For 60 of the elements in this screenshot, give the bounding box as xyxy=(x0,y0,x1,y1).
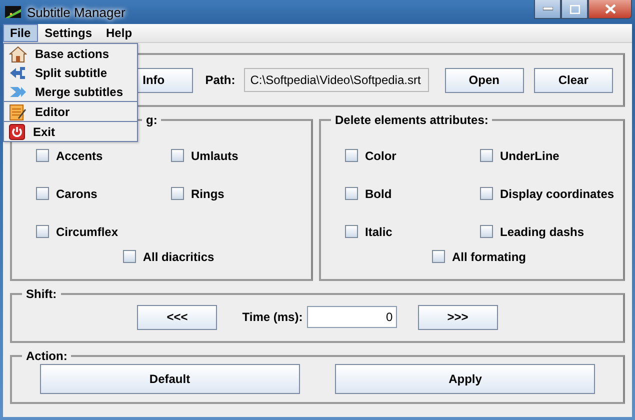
checkbox-label: Italic xyxy=(365,224,392,238)
checkbox-label: Bold xyxy=(365,186,392,200)
checkbox-label: Circumflex xyxy=(56,224,118,238)
action-button[interactable]: Default xyxy=(40,364,300,394)
shift-forward-button[interactable]: >>> xyxy=(418,304,498,330)
checkbox[interactable] xyxy=(480,149,493,162)
merge-arrows-icon xyxy=(9,84,27,98)
checkbox-label: Umlauts xyxy=(191,148,238,162)
maximize-button[interactable] xyxy=(561,0,588,19)
shift-back-button[interactable]: <<< xyxy=(137,304,218,330)
app-icon xyxy=(5,6,21,18)
checkbox[interactable] xyxy=(171,187,184,200)
maximize-icon xyxy=(570,4,580,14)
clear-button[interactable]: Clear xyxy=(534,68,614,92)
menu-item[interactable]: Settings xyxy=(38,24,100,42)
split-arrows-icon xyxy=(9,64,27,80)
checkbox[interactable] xyxy=(480,225,493,238)
checkbox[interactable] xyxy=(480,187,493,200)
path-field[interactable]: C:\Softpedia\Video\Softpedia.srt xyxy=(244,68,429,92)
checkbox[interactable] xyxy=(122,250,136,263)
menu-item[interactable]: Help xyxy=(99,24,140,42)
group-title: g: xyxy=(145,113,158,127)
time-label: Time (ms): xyxy=(242,310,303,324)
time-field[interactable]: 0 xyxy=(306,306,397,328)
open-button[interactable]: Open xyxy=(444,68,524,92)
menu-entry[interactable]: Editor xyxy=(35,104,70,118)
checkbox[interactable] xyxy=(36,187,49,200)
checkbox-label: Rings xyxy=(191,186,224,200)
checkbox[interactable] xyxy=(345,187,358,200)
action-button[interactable]: Apply xyxy=(335,364,596,394)
menu-entry[interactable]: Exit xyxy=(33,124,56,138)
checkbox-label: Leading dashs xyxy=(500,224,584,238)
menu-item[interactable]: File xyxy=(3,24,38,42)
checkbox-label: All diacritics xyxy=(142,250,214,264)
checkbox[interactable] xyxy=(171,149,184,162)
checkbox[interactable] xyxy=(36,149,49,162)
checkbox-label: Display coordinates xyxy=(500,186,614,200)
minimize-icon xyxy=(542,7,552,11)
notepad-pencil-icon xyxy=(9,102,27,120)
menu-entry[interactable]: Base actions xyxy=(35,46,110,60)
path-label: Path: xyxy=(205,73,236,87)
checkbox-label: UnderLine xyxy=(500,148,560,162)
checkbox-label: Color xyxy=(365,148,396,162)
house-icon xyxy=(9,44,27,62)
power-icon xyxy=(9,124,25,140)
group-title: Delete elements attributes: xyxy=(334,113,490,127)
menu-entry[interactable]: Split subtitle xyxy=(35,66,107,80)
checkbox-label: Accents xyxy=(56,148,103,162)
checkbox[interactable] xyxy=(345,149,358,162)
checkbox[interactable] xyxy=(36,225,49,238)
checkbox[interactable] xyxy=(345,225,358,238)
window-title: Subtitle Manager xyxy=(27,4,126,20)
checkbox-label: Carons xyxy=(56,186,98,200)
group-title: Shift: xyxy=(25,287,58,301)
checkbox[interactable] xyxy=(432,250,445,263)
minimize-button[interactable] xyxy=(534,0,561,19)
close-button[interactable] xyxy=(588,0,632,19)
checkbox-label: All formating xyxy=(452,250,526,264)
close-icon xyxy=(604,4,616,14)
group-title: Action: xyxy=(25,349,68,363)
